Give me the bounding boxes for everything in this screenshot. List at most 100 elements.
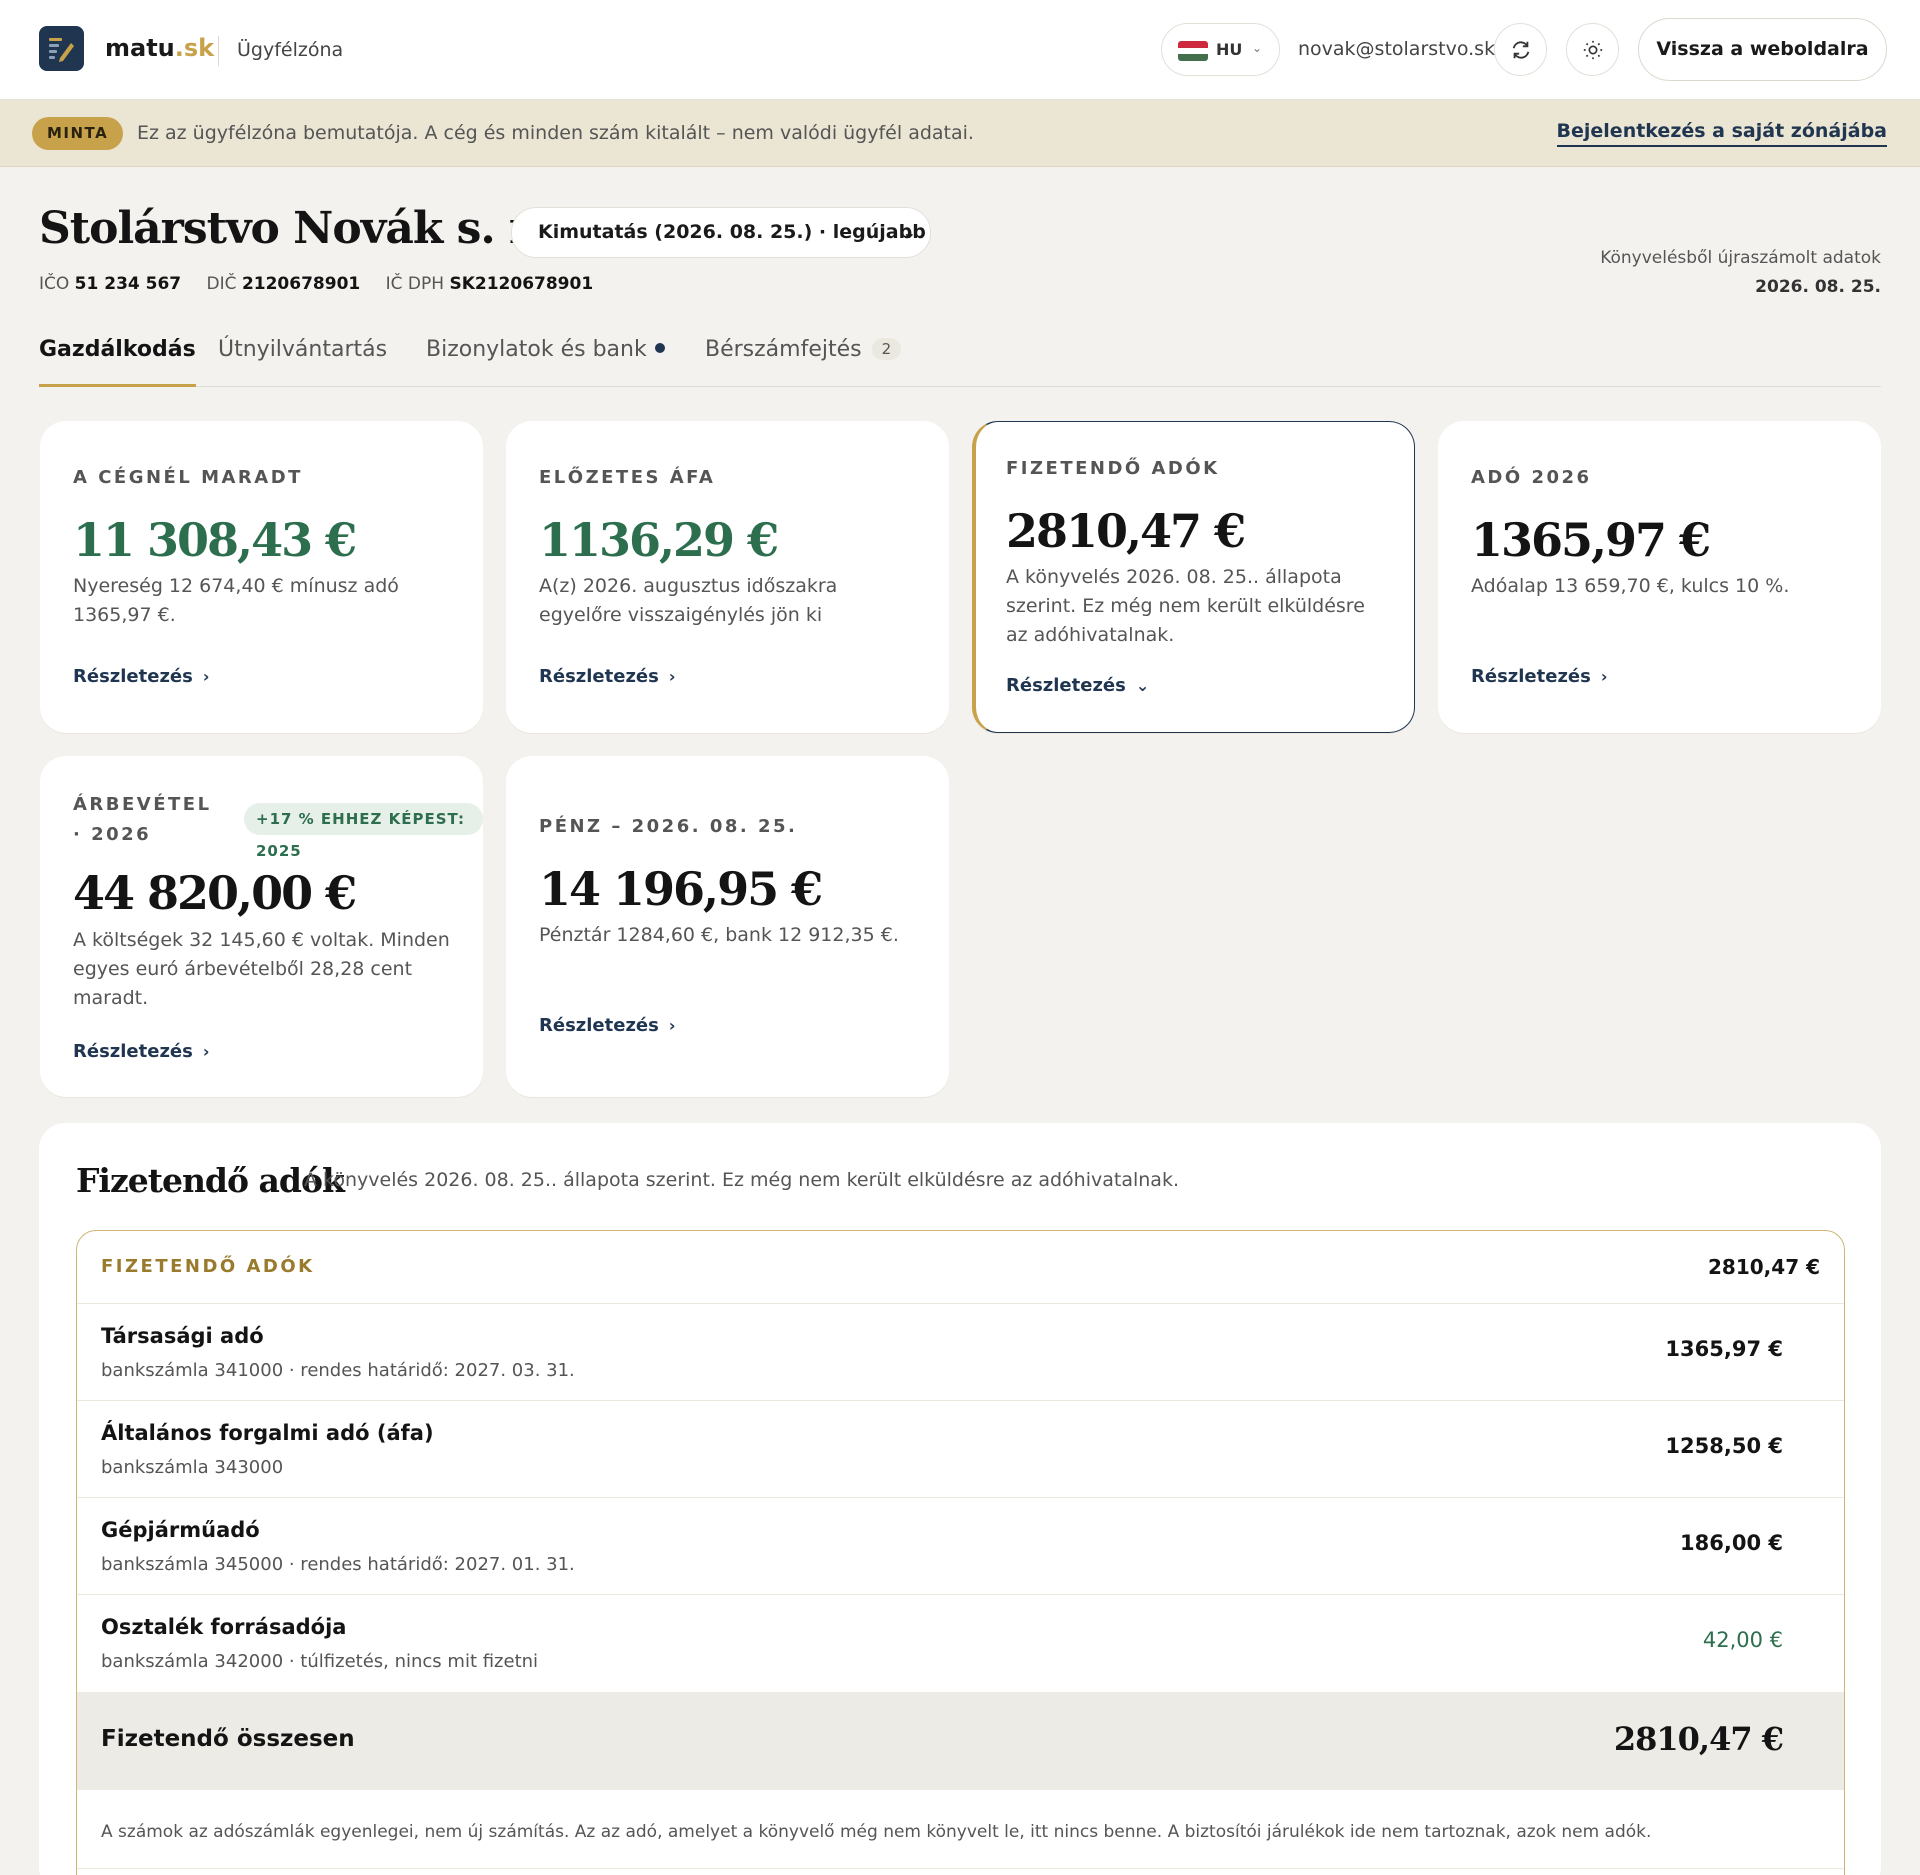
ico-label: IČO — [39, 274, 70, 294]
card-value: 11 308,43 € — [73, 513, 357, 567]
tax-table-label: FIZETENDŐ ADÓK — [101, 1256, 315, 1277]
divider — [77, 1868, 1844, 1869]
tax-meta: bankszámla 345000 · rendes határidő: 202… — [101, 1554, 575, 1575]
card-revenue: ÁRBEVÉTEL · 2026 +17 % EHHEZ KÉPEST: 202… — [40, 756, 483, 1097]
chevron-down-icon: ⌄ — [1252, 41, 1263, 55]
tax-name: Általános forgalmi adó (áfa) — [101, 1421, 434, 1445]
chevron-right-icon: › — [202, 667, 210, 686]
card-value: 2810,47 € — [1006, 504, 1246, 558]
tax-name: Osztalék forrásadója — [101, 1615, 347, 1639]
tab-count-badge: 2 — [871, 338, 902, 360]
card-label: ELŐZETES ÁFA — [539, 467, 716, 488]
brand-tld: .sk — [174, 34, 215, 62]
card-label: A CÉGNÉL MARADT — [73, 467, 303, 488]
details-link[interactable]: Részletezés › — [1471, 666, 1607, 687]
card-description: Nyereség 12 674,40 € mínusz adó 1365,97 … — [73, 575, 399, 626]
demo-banner-text: Ez az ügyfélzóna bemutatója. A cég és mi… — [137, 122, 974, 144]
recalc-date: 2026. 08. 25. — [1755, 277, 1881, 297]
tax-row[interactable]: Társasági adó bankszámla 341000 · rendes… — [77, 1304, 1844, 1401]
login-own-zone-link[interactable]: Bejelentkezés a saját zónájába — [1556, 120, 1887, 147]
tax-meta: bankszámla 343000 — [101, 1457, 284, 1478]
refresh-button[interactable] — [1494, 23, 1547, 76]
main-tabs: Gazdálkodás Útnyilvántartás Bizonylatok … — [39, 333, 1881, 387]
chevron-down-icon: ⌄ — [902, 223, 916, 242]
card-value: 44 820,00 € — [73, 866, 357, 920]
tax-table-header: FIZETENDŐ ADÓK 2810,47 € — [77, 1231, 1844, 1304]
chevron-right-icon: › — [668, 667, 676, 686]
details-link[interactable]: Részletezés › — [73, 666, 209, 687]
demo-banner: MINTA Ez az ügyfélzóna bemutatója. A cég… — [0, 100, 1920, 167]
recalc-info: Könyvelésből újraszámolt adatok 2026. 08… — [1600, 244, 1881, 302]
card-label: PÉNZ – 2026. 08. 25. — [539, 816, 798, 837]
card-cash: PÉNZ – 2026. 08. 25. 14 196,95 € Pénztár… — [506, 756, 949, 1097]
brand-name[interactable]: matu.sk — [105, 34, 214, 62]
card-value: 14 196,95 € — [539, 862, 823, 916]
tax-amount: 1258,50 € — [1665, 1434, 1783, 1458]
tax-note: A számok az adószámlák egyenlegei, nem ú… — [101, 1822, 1652, 1842]
brand-divider — [218, 36, 219, 66]
details-link[interactable]: Részletezés › — [73, 1041, 209, 1062]
chevron-right-icon: › — [202, 1042, 210, 1061]
refresh-icon — [1512, 41, 1530, 59]
tax-amount: 42,00 € — [1702, 1628, 1783, 1652]
dic-value: 2120678901 — [241, 274, 361, 294]
payable-taxes-panel: Fizetendő adók A könyvelés 2026. 08. 25.… — [39, 1123, 1881, 1875]
tab-gazdalkodas[interactable]: Gazdálkodás — [39, 337, 196, 387]
ico-value: 51 234 567 — [74, 274, 182, 294]
notification-dot — [654, 343, 665, 353]
card-value: 1365,97 € — [1471, 513, 1711, 567]
dic-label: DIČ — [206, 274, 237, 294]
theme-toggle-button[interactable] — [1566, 23, 1619, 76]
chevron-down-icon: ⌄ — [1135, 676, 1150, 695]
card-label: ÁRBEVÉTEL · 2026 — [73, 794, 212, 845]
chevron-right-icon: › — [668, 1016, 676, 1035]
tax-name: Társasági adó — [101, 1324, 264, 1348]
tax-name: Gépjárműadó — [101, 1518, 260, 1542]
sun-icon — [1583, 40, 1603, 60]
card-description: Adóalap 13 659,70 €, kulcs 10 %. — [1471, 575, 1790, 597]
logo-icon — [49, 38, 74, 62]
language-selector[interactable]: HU ⌄ — [1161, 23, 1280, 76]
tax-meta: bankszámla 341000 · rendes határidő: 202… — [101, 1360, 575, 1381]
report-select[interactable]: Kimutatás (2026. 08. 25.) · legújabb ⌄ — [511, 207, 931, 258]
details-link[interactable]: Részletezés ⌄ — [1006, 675, 1149, 696]
hungary-flag-icon — [1178, 41, 1208, 61]
details-link[interactable]: Részletezés › — [539, 666, 675, 687]
language-code: HU — [1216, 40, 1243, 59]
demo-badge: MINTA — [32, 117, 124, 150]
yoy-badge: +17 % EHHEZ KÉPEST: 2025 — [244, 803, 483, 860]
tax-total-row: Fizetendő összesen 2810,47 € — [77, 1692, 1844, 1790]
icdph-label: IČ DPH — [385, 274, 445, 294]
card-description: A könyvelés 2026. 08. 25.. állapota szer… — [1006, 566, 1365, 646]
panel-subtitle: A könyvelés 2026. 08. 25.. állapota szer… — [304, 1169, 1179, 1191]
card-payable-taxes[interactable]: FIZETENDŐ ADÓK 2810,47 € A könyvelés 202… — [972, 421, 1415, 733]
app-logo[interactable] — [39, 26, 84, 71]
card-description: A költségek 32 145,60 € voltak. Minden e… — [73, 929, 450, 1009]
icdph-value: SK2120678901 — [449, 274, 594, 294]
card-tax-2026: ADÓ 2026 1365,97 € Adóalap 13 659,70 €, … — [1438, 421, 1881, 733]
total-value: 2810,47 € — [1613, 1720, 1784, 1758]
tax-meta: bankszámla 342000 · túlfizetés, nincs mi… — [101, 1651, 539, 1672]
tax-table-total: 2810,47 € — [1708, 1255, 1820, 1279]
details-link[interactable]: Részletezés › — [539, 1015, 675, 1036]
card-description: Pénztár 1284,60 €, bank 12 912,35 €. — [539, 924, 899, 946]
total-label: Fizetendő összesen — [101, 1726, 355, 1752]
card-prepaid-vat: ELŐZETES ÁFA 1136,29 € A(z) 2026. augusz… — [506, 421, 949, 733]
card-value: 1136,29 € — [539, 513, 779, 567]
tab-utnyilvantartas[interactable]: Útnyilvántartás — [218, 337, 387, 387]
tab-berszamfejtes[interactable]: Bérszámfejtés 2 — [705, 337, 902, 387]
tax-row[interactable]: Általános forgalmi adó (áfa) bankszámla … — [77, 1401, 1844, 1498]
tax-row[interactable]: Osztalék forrásadója bankszámla 342000 ·… — [77, 1595, 1844, 1692]
report-select-value: Kimutatás (2026. 08. 25.) · legújabb — [538, 221, 926, 243]
company-identifiers: IČO 51 234 567 DIČ 2120678901 IČ DPH SK2… — [39, 274, 613, 294]
top-bar: matu.sk Ügyfélzóna HU ⌄ novak@stolarstvo… — [0, 0, 1920, 100]
tax-row[interactable]: Gépjárműadó bankszámla 345000 · rendes h… — [77, 1498, 1844, 1595]
tax-amount: 1365,97 € — [1665, 1337, 1783, 1361]
back-to-website-button[interactable]: Vissza a weboldalra — [1638, 18, 1887, 81]
zone-label: Ügyfélzóna — [237, 39, 344, 61]
card-description: A(z) 2026. augusztus időszakra egyelőre … — [539, 575, 838, 626]
tax-amount: 186,00 € — [1680, 1531, 1783, 1555]
tab-bizonylatok-es-bank[interactable]: Bizonylatok és bank — [426, 337, 665, 387]
chevron-right-icon: › — [1600, 667, 1608, 686]
tax-table: FIZETENDŐ ADÓK 2810,47 € Társasági adó b… — [76, 1230, 1845, 1875]
